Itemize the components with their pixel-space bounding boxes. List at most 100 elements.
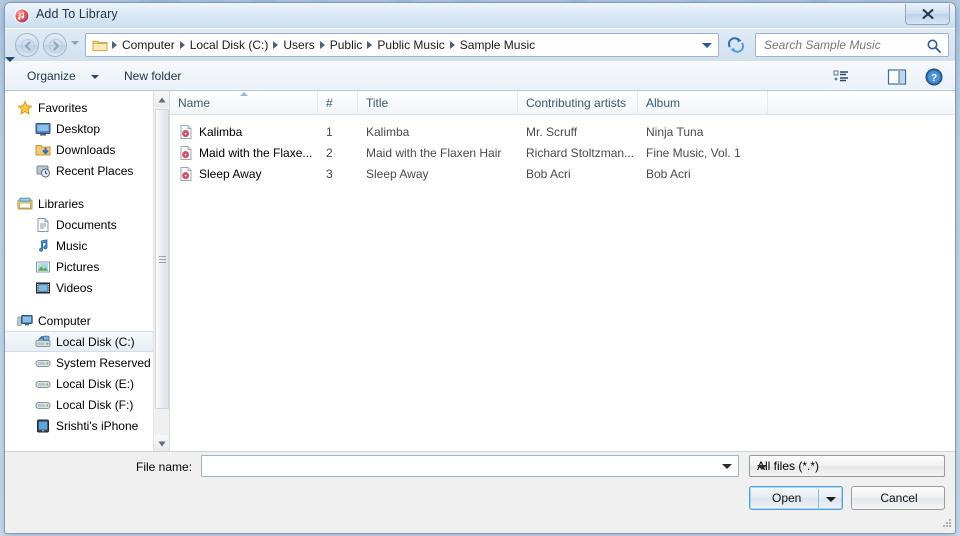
recent-places-icon <box>35 163 51 179</box>
column-header-name[interactable]: Name <box>170 91 318 115</box>
command-bar: Organize New folder ? <box>5 57 955 91</box>
open-button[interactable]: Open <box>749 486 843 510</box>
breadcrumb-separator[interactable] <box>319 41 325 49</box>
sidebar-item-local-disk-c[interactable]: Local Disk (C:) <box>5 331 169 352</box>
file-dialog-window: Add To Library Computer Local Disk (C:) … <box>4 2 956 534</box>
help-icon[interactable]: ? <box>925 68 943 89</box>
cell-title: Sleep Away <box>366 166 429 181</box>
open-chevron-down-icon[interactable] <box>826 497 836 502</box>
close-button[interactable] <box>905 4 950 25</box>
sidebar-item-local-disk-f[interactable]: Local Disk (F:) <box>5 394 169 415</box>
sidebar-item-music[interactable]: Music <box>5 235 169 256</box>
sidebar-item-desktop[interactable]: Desktop <box>5 118 169 139</box>
sidebar-item-srishtis-iphone[interactable]: Srishti's iPhone <box>5 415 169 436</box>
breadcrumb-separator[interactable] <box>273 41 279 49</box>
sidebar-item-label: Pictures <box>56 259 100 274</box>
chevron-down-icon[interactable] <box>71 41 79 45</box>
resize-grip[interactable] <box>940 516 952 528</box>
sidebar-item-label: Desktop <box>56 121 101 136</box>
address-bar-row: Computer Local Disk (C:) Users Public Pu… <box>5 29 955 61</box>
sidebar-item-downloads[interactable]: Downloads <box>5 139 169 160</box>
table-row[interactable]: Sleep Away 3 Sleep Away Bob Acri Bob Acr… <box>170 163 955 184</box>
column-header-album[interactable]: Album <box>638 91 768 115</box>
cell-artists: Bob Acri <box>526 166 571 181</box>
cancel-button-label: Cancel <box>880 491 918 505</box>
open-button-label: Open <box>772 491 802 505</box>
breadcrumb-item-3[interactable]: Public <box>326 36 367 54</box>
file-name-field[interactable] <box>201 455 739 477</box>
cell-album: Bob Acri <box>646 166 691 181</box>
file-type-select[interactable]: All files (*.*) <box>749 455 945 477</box>
drive-icon <box>35 376 51 392</box>
star-icon <box>17 99 33 116</box>
title-bar[interactable]: Add To Library <box>5 3 955 29</box>
sidebar-item-videos[interactable]: Videos <box>5 277 169 298</box>
sidebar-group-computer[interactable]: Computer <box>5 310 169 331</box>
table-row[interactable]: Kalimba 1 Kalimba Mr. Scruff Ninja Tuna <box>170 121 955 142</box>
breadcrumb-separator[interactable] <box>449 41 455 49</box>
column-header-number[interactable]: # <box>318 91 358 115</box>
music-icon <box>35 238 51 254</box>
search-placeholder: Search Sample Music <box>764 38 881 52</box>
column-header-title[interactable]: Title <box>358 91 518 115</box>
scroll-down-button[interactable] <box>154 435 169 451</box>
table-row[interactable]: Maid with the Flaxe... 2 Maid with the F… <box>170 142 955 163</box>
sidebar-item-label: System Reserved <box>56 355 151 370</box>
cell-album: Fine Music, Vol. 1 <box>646 145 741 160</box>
sidebar-item-label: Music <box>56 238 88 253</box>
breadcrumb[interactable]: Computer Local Disk (C:) Users Public Pu… <box>85 33 719 57</box>
sidebar-item-local-disk-e[interactable]: Local Disk (E:) <box>5 373 169 394</box>
column-label: # <box>326 96 333 110</box>
view-options-icon[interactable] <box>832 68 850 89</box>
cell-number: 3 <box>326 166 333 181</box>
navigation-pane: Favorites Desktop Downloads Recent Place… <box>5 91 169 451</box>
forward-button[interactable] <box>43 33 67 57</box>
breadcrumb-separator[interactable] <box>112 41 117 49</box>
scroll-up-button[interactable] <box>154 91 169 107</box>
breadcrumb-item-2[interactable]: Users <box>279 36 318 54</box>
sidebar-item-label: Videos <box>56 280 93 295</box>
scrollbar-grip <box>159 256 166 263</box>
videos-icon <box>35 280 51 296</box>
sidebar-item-label: Local Disk (E:) <box>56 376 135 391</box>
dialog-footer: File name: All files (*.*) Open Cancel <box>5 451 955 531</box>
breadcrumb-item-1[interactable]: Local Disk (C:) <box>186 36 273 54</box>
breadcrumb-item-0[interactable]: Computer <box>118 36 179 54</box>
organize-button[interactable]: Organize <box>21 68 82 84</box>
breadcrumb-item-5[interactable]: Sample Music <box>456 36 539 54</box>
sidebar-item-label: Local Disk (F:) <box>56 397 134 412</box>
navigation-scrollbar[interactable] <box>153 91 169 451</box>
cell-artists: Richard Stoltzman... <box>526 145 635 160</box>
preview-pane-icon[interactable] <box>887 68 907 89</box>
sidebar-item-system-reserved[interactable]: System Reserved <box>5 352 169 373</box>
cancel-button[interactable]: Cancel <box>851 486 945 510</box>
view-chevron-down-icon[interactable] <box>5 57 15 76</box>
sidebar-item-recent-places[interactable]: Recent Places <box>5 160 169 181</box>
file-name-input[interactable] <box>206 458 711 474</box>
organize-chevron-down-icon[interactable] <box>91 75 99 79</box>
sidebar-group-libraries[interactable]: Libraries <box>5 193 169 214</box>
breadcrumb-separator[interactable] <box>179 41 185 49</box>
address-dropdown-icon[interactable] <box>702 43 712 48</box>
search-input[interactable]: Search Sample Music <box>755 33 949 57</box>
sidebar-item-label: Downloads <box>56 142 116 157</box>
back-button[interactable] <box>15 33 39 57</box>
column-header-contributing-artists[interactable]: Contributing artists <box>518 91 638 115</box>
scrollbar-thumb[interactable] <box>155 109 169 409</box>
computer-icon <box>17 313 33 329</box>
sidebar-group-favorites[interactable]: Favorites <box>5 97 169 118</box>
breadcrumb-item-4[interactable]: Public Music <box>373 36 448 54</box>
sort-ascending-icon <box>240 92 248 96</box>
pictures-icon <box>35 259 51 275</box>
file-name-chevron-down-icon[interactable] <box>722 464 732 469</box>
sidebar-item-documents[interactable]: Documents <box>5 214 169 235</box>
sidebar-item-pictures[interactable]: Pictures <box>5 256 169 277</box>
column-label: Title <box>366 96 389 110</box>
cell-name: Kalimba <box>199 124 243 139</box>
breadcrumb-separator[interactable] <box>367 41 373 49</box>
refresh-button[interactable] <box>725 34 747 56</box>
new-folder-button[interactable]: New folder <box>118 68 187 84</box>
music-file-icon <box>178 145 194 161</box>
window-title: Add To Library <box>36 7 118 21</box>
cell-title: Kalimba <box>366 124 410 139</box>
